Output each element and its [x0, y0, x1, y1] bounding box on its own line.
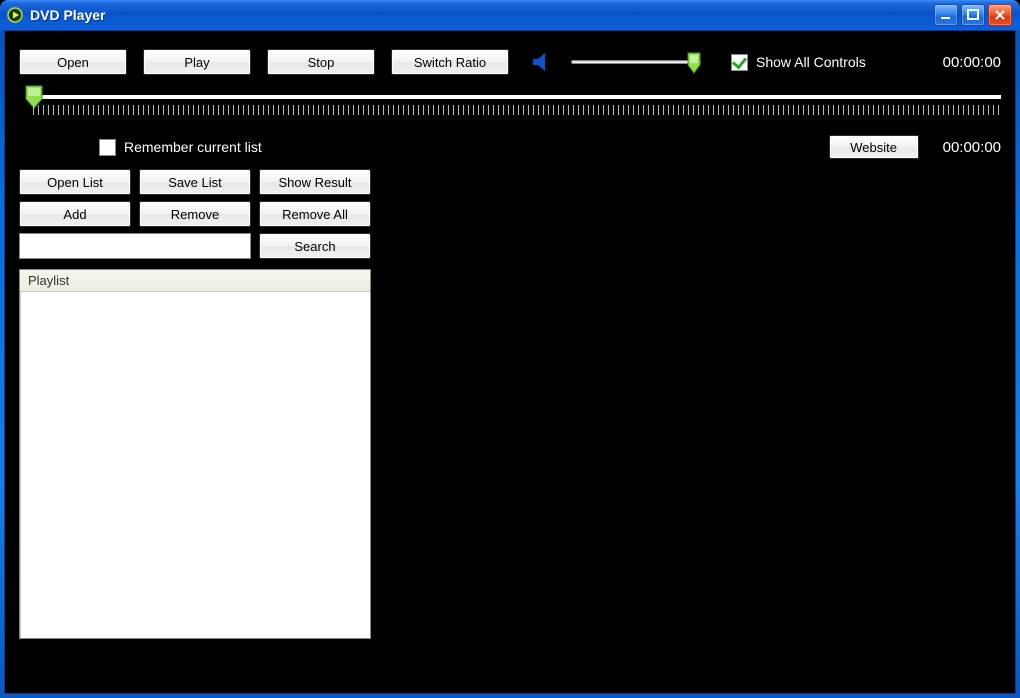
remember-checkbox[interactable] — [99, 139, 116, 156]
switch-ratio-button[interactable]: Switch Ratio — [391, 49, 509, 75]
transport-row: Open Play Stop Switch Ratio — [19, 47, 1001, 77]
remove-button[interactable]: Remove — [139, 201, 251, 227]
seek-thumb[interactable] — [25, 85, 43, 107]
options-row: Remember current list Website 00:00:00 — [19, 133, 1001, 161]
list-buttons: Open List Save List Show Result Add Remo… — [19, 169, 1001, 227]
search-button[interactable]: Search — [259, 233, 371, 259]
search-row: Search — [19, 233, 1001, 259]
speaker-icon — [529, 51, 555, 73]
show-all-checkbox[interactable] — [731, 54, 748, 71]
minimize-button[interactable] — [934, 4, 958, 26]
titlebar: DVD Player — [0, 0, 1020, 30]
website-button[interactable]: Website — [829, 135, 919, 159]
time-main: 00:00:00 — [943, 54, 1001, 71]
app-window: DVD Player Open Play Stop Switch Ratio — [0, 0, 1020, 698]
remove-all-button[interactable]: Remove All — [259, 201, 371, 227]
window-title: DVD Player — [30, 7, 105, 23]
playlist-box[interactable]: Playlist — [19, 269, 371, 639]
stop-button[interactable]: Stop — [267, 49, 375, 75]
open-button[interactable]: Open — [19, 49, 127, 75]
show-all-label: Show All Controls — [756, 54, 866, 70]
open-list-button[interactable]: Open List — [19, 169, 131, 195]
remember-label: Remember current list — [124, 139, 262, 155]
volume-slider[interactable] — [571, 52, 701, 72]
playlist-header: Playlist — [20, 270, 370, 292]
add-button[interactable]: Add — [19, 201, 131, 227]
maximize-button[interactable] — [961, 4, 985, 26]
time-sub: 00:00:00 — [943, 139, 1001, 156]
seek-bar[interactable] — [19, 89, 1001, 131]
search-input[interactable] — [19, 233, 251, 259]
save-list-button[interactable]: Save List — [139, 169, 251, 195]
play-button[interactable]: Play — [143, 49, 251, 75]
show-result-button[interactable]: Show Result — [259, 169, 371, 195]
app-icon — [6, 6, 24, 24]
close-button[interactable] — [988, 4, 1012, 26]
client-area: Open Play Stop Switch Ratio — [4, 30, 1016, 694]
volume-thumb[interactable] — [687, 52, 701, 72]
